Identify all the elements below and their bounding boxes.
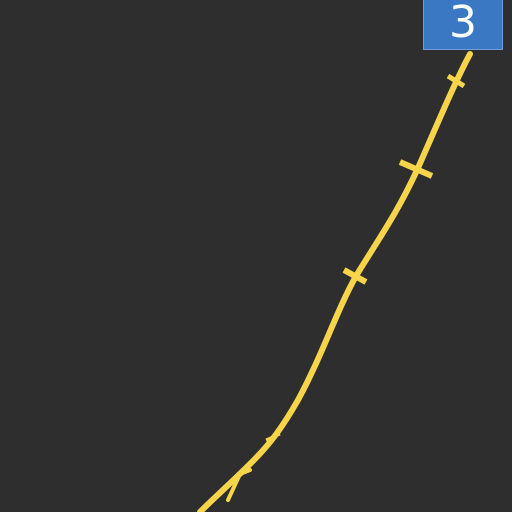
map-canvas[interactable]: 3 — [0, 0, 512, 512]
route-number-badge[interactable]: 3 — [423, 0, 503, 50]
route-line[interactable] — [197, 51, 473, 512]
map-layer — [197, 51, 473, 512]
